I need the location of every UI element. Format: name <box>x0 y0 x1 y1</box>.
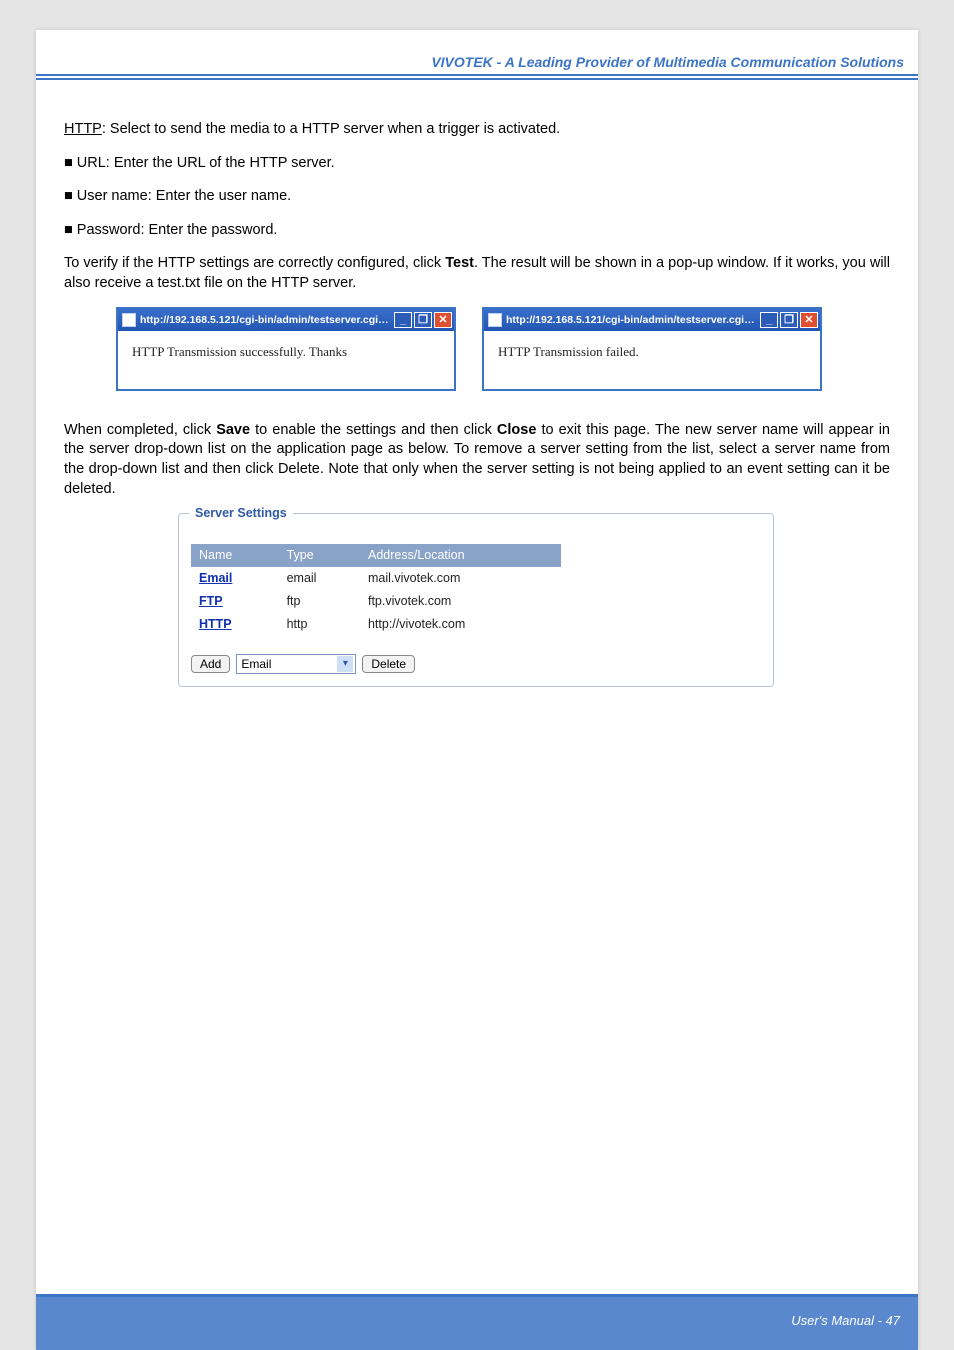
http-label: HTTP <box>64 121 102 137</box>
chevron-down-icon: ▾ <box>337 656 353 672</box>
popup-failed-body: HTTP Transmission failed. <box>484 331 820 361</box>
verify-paragraph: To verify if the HTTP settings are corre… <box>64 254 890 293</box>
popup-failed: http://192.168.5.121/cgi-bin/admin/tests… <box>482 307 822 391</box>
panel-controls: Add Email ▾ Delete <box>191 654 761 674</box>
after-pre: When completed, click <box>64 422 216 438</box>
ie-icon <box>488 313 502 327</box>
page-header: VIVOTEK - A Leading Provider of Multimed… <box>36 30 918 76</box>
username-line: ■ User name: Enter the user name. <box>64 187 890 207</box>
popup-failed-buttons: _ ❐ ✕ <box>760 312 818 328</box>
server-link-email[interactable]: Email <box>199 571 232 585</box>
page-sheet: VIVOTEK - A Leading Provider of Multimed… <box>36 30 918 1350</box>
popup-success-titlebar: http://192.168.5.121/cgi-bin/admin/tests… <box>118 309 454 331</box>
header-title: VIVOTEK - A Leading Provider of Multimed… <box>431 54 904 70</box>
col-type: Type <box>279 544 360 567</box>
server-select[interactable]: Email ▾ <box>236 654 356 674</box>
col-address: Address/Location <box>360 544 561 567</box>
col-name: Name <box>191 544 279 567</box>
add-button[interactable]: Add <box>191 655 230 673</box>
server-settings-panel: Server Settings Name Type Address/Locati… <box>178 513 774 687</box>
server-link-http[interactable]: HTTP <box>199 617 232 631</box>
server-type: email <box>279 567 360 590</box>
server-type: http <box>279 613 360 636</box>
popup-row: http://192.168.5.121/cgi-bin/admin/tests… <box>116 307 890 391</box>
http-desc: : Select to send the media to a HTTP ser… <box>102 121 560 137</box>
footer-text: User's Manual - 47 <box>791 1313 900 1328</box>
minimize-button[interactable]: _ <box>760 312 778 328</box>
close-button[interactable]: ✕ <box>800 312 818 328</box>
server-address: ftp.vivotek.com <box>360 590 561 613</box>
after-close-bold: Close <box>497 422 537 438</box>
after-mid: to enable the settings and then click <box>250 422 497 438</box>
page-content: HTTP: Select to send the media to a HTTP… <box>36 80 918 687</box>
table-row: FTP ftp ftp.vivotek.com <box>191 590 561 613</box>
popup-success-body: HTTP Transmission successfully. Thanks <box>118 331 454 361</box>
maximize-button[interactable]: ❐ <box>414 312 432 328</box>
server-select-value: Email <box>241 656 271 672</box>
page-background: VIVOTEK - A Leading Provider of Multimed… <box>0 0 954 1350</box>
page-footer: User's Manual - 47 <box>36 1290 918 1350</box>
server-address: mail.vivotek.com <box>360 567 561 590</box>
password-line: ■ Password: Enter the password. <box>64 221 890 241</box>
table-row: HTTP http http://vivotek.com <box>191 613 561 636</box>
delete-button[interactable]: Delete <box>362 655 415 673</box>
popup-failed-title: http://192.168.5.121/cgi-bin/admin/tests… <box>506 313 756 327</box>
popup-success-buttons: _ ❐ ✕ <box>394 312 452 328</box>
popup-failed-titlebar: http://192.168.5.121/cgi-bin/admin/tests… <box>484 309 820 331</box>
verify-pre: To verify if the HTTP settings are corre… <box>64 255 445 271</box>
minimize-button[interactable]: _ <box>394 312 412 328</box>
close-button[interactable]: ✕ <box>434 312 452 328</box>
popup-success: http://192.168.5.121/cgi-bin/admin/tests… <box>116 307 456 391</box>
verify-test-bold: Test <box>445 255 474 271</box>
maximize-button[interactable]: ❐ <box>780 312 798 328</box>
url-line: ■ URL: Enter the URL of the HTTP server. <box>64 154 890 174</box>
table-header-row: Name Type Address/Location <box>191 544 561 567</box>
server-type: ftp <box>279 590 360 613</box>
table-row: Email email mail.vivotek.com <box>191 567 561 590</box>
server-link-ftp[interactable]: FTP <box>199 594 223 608</box>
server-settings-legend: Server Settings <box>189 505 293 522</box>
ie-icon <box>122 313 136 327</box>
server-address: http://vivotek.com <box>360 613 561 636</box>
after-save-bold: Save <box>216 422 250 438</box>
popup-success-title: http://192.168.5.121/cgi-bin/admin/tests… <box>140 313 390 327</box>
http-intro: HTTP: Select to send the media to a HTTP… <box>64 120 890 140</box>
server-table: Name Type Address/Location Email email m… <box>191 544 561 636</box>
after-paragraph: When completed, click Save to enable the… <box>64 421 890 499</box>
